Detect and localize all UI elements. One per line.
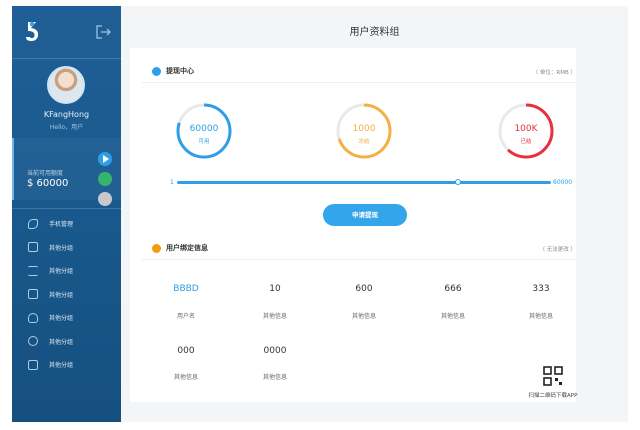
avatar[interactable]: [47, 66, 85, 104]
settled-value: 100K: [514, 124, 538, 134]
sidebar-item-group[interactable]: 其他分组: [12, 259, 121, 283]
qr-download-text: 扫描二维码下载APP: [528, 393, 578, 399]
unit-note: （ 单位：RMB ）: [532, 70, 576, 76]
info-value: 600: [355, 284, 373, 294]
list-icon: [28, 265, 38, 276]
alarm-icon: [28, 336, 38, 347]
settled-label: 已结: [520, 139, 532, 145]
sidebar-divider: [12, 58, 121, 59]
info-label: 其他信息: [528, 313, 553, 320]
available-label: 可用: [198, 139, 210, 145]
section-divider: [142, 82, 576, 83]
info-value: BBBD: [173, 284, 199, 294]
user-icon: [152, 243, 161, 253]
qr-code-icon[interactable]: [543, 366, 563, 386]
phone-icon: [28, 218, 38, 229]
sidebar-divider: [12, 208, 121, 209]
wallet-icon: [152, 66, 161, 76]
logo-icon: [26, 21, 39, 41]
copy-icon: [28, 289, 38, 300]
binding-section-title: 用户绑定信息: [152, 243, 208, 253]
slider-min-label: 1: [170, 179, 174, 186]
balance-amount: $ 60000: [27, 178, 69, 189]
gray-status-button[interactable]: [98, 192, 112, 206]
logout-icon[interactable]: [96, 25, 112, 39]
binding-note: （ 无法更改 ）: [539, 247, 577, 253]
apply-withdraw-button[interactable]: 申请提现: [323, 204, 407, 226]
sidebar: KFangHong Hello，用户 当前可用额度 $ 60000 手机管理 其…: [12, 6, 121, 422]
info-value: 0000: [263, 346, 287, 356]
frozen-label: 冻结: [358, 139, 370, 145]
balance-label: 当前可用额度: [27, 170, 64, 177]
sidebar-item-label: 其他分组: [49, 268, 74, 276]
sidebar-item-label: 其他分组: [49, 244, 74, 252]
username: KFangHong: [43, 110, 90, 119]
sidebar-item-group[interactable]: 其他分组: [12, 306, 121, 330]
sidebar-item-group[interactable]: 其他分组: [12, 283, 121, 307]
sidebar-item-label: 其他分组: [49, 315, 74, 323]
info-label: 其他信息: [173, 374, 198, 381]
bell-icon: [28, 312, 38, 323]
sidebar-item-phone-management[interactable]: 手机管理: [12, 212, 121, 236]
info-value: 333: [532, 284, 550, 294]
info-value: 000: [177, 346, 195, 356]
green-status-button[interactable]: [98, 172, 112, 186]
info-label: 其他信息: [262, 374, 287, 381]
sidebar-menu: 手机管理 其他分组 其他分组 其他分组 其他分组 其他分组 其他分组: [12, 212, 121, 377]
sidebar-item-group[interactable]: 其他分组: [12, 236, 121, 260]
withdraw-title: 提现中心: [166, 67, 194, 75]
sidebar-item-group[interactable]: 其他分组: [12, 353, 121, 377]
available-value: 60000: [189, 124, 219, 134]
greeting: Hello，用户: [49, 124, 84, 131]
info-label: 其他信息: [262, 313, 287, 320]
document-icon: [28, 242, 38, 253]
sidebar-item-label: 其他分组: [49, 291, 74, 299]
sidebar-item-group[interactable]: 其他分组: [12, 330, 121, 354]
info-label: 其他信息: [351, 313, 376, 320]
info-value: 666: [444, 284, 462, 294]
play-button[interactable]: [98, 152, 112, 166]
slider-max-label: 60000: [553, 179, 573, 186]
amount-slider-thumb[interactable]: [455, 179, 461, 185]
frozen-value: 1000: [352, 124, 376, 134]
binding-title: 用户绑定信息: [166, 244, 208, 252]
section-divider: [142, 259, 576, 260]
sidebar-item-label: 其他分组: [49, 362, 74, 370]
sidebar-item-label: 其他分组: [49, 338, 74, 346]
info-label: 其他信息: [440, 313, 465, 320]
sidebar-item-label: 手机管理: [49, 221, 74, 229]
withdraw-section-title: 提现中心: [152, 66, 194, 76]
info-label: 用户名: [176, 313, 195, 320]
info-value: 10: [269, 284, 281, 294]
page-title: 用户资料组: [349, 27, 400, 38]
amount-slider-track[interactable]: [177, 181, 551, 184]
notes-icon: [28, 359, 38, 370]
